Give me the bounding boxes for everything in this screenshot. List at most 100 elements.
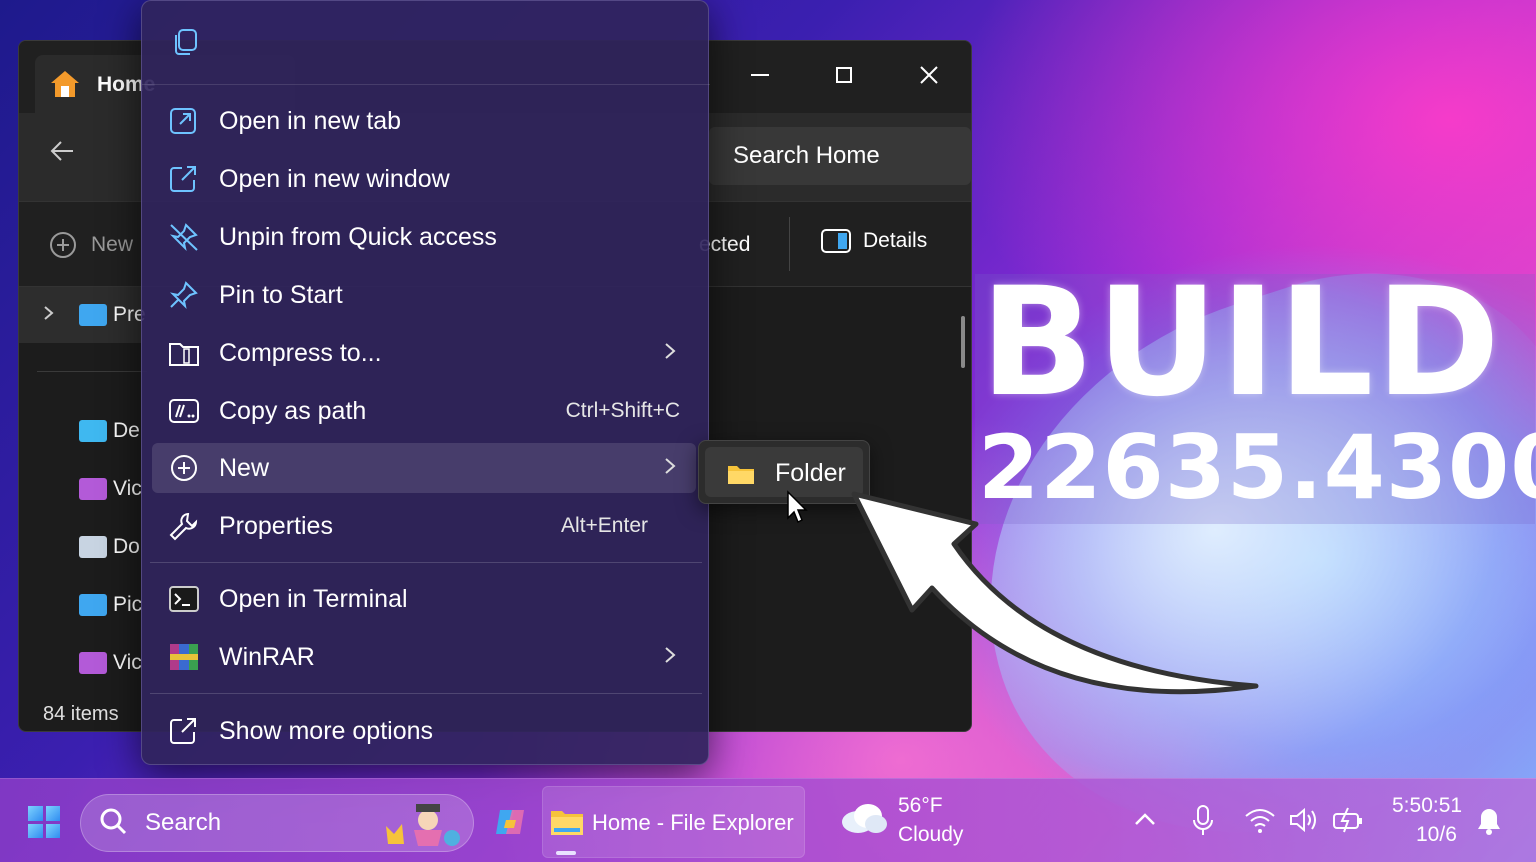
menu-item-label: WinRAR [219, 642, 315, 671]
cloud-folder-icon [79, 304, 107, 326]
menu-item-winrar[interactable]: WinRAR [152, 632, 696, 682]
new-button[interactable]: New [49, 231, 133, 259]
menu-item-label: Compress to... [219, 338, 382, 367]
back-button[interactable] [49, 137, 75, 169]
menu-item-open-new-window[interactable]: Open in new window [152, 154, 696, 204]
battery-charging-icon[interactable] [1332, 806, 1364, 834]
copy-icon[interactable] [170, 27, 200, 57]
menu-separator [150, 693, 702, 694]
menu-separator [150, 562, 702, 563]
menu-item-unpin-quick-access[interactable]: Unpin from Quick access [152, 212, 696, 262]
nav-item-label: Pic [113, 593, 143, 616]
menu-item-label: New [219, 453, 270, 482]
windows-logo-pane [28, 806, 43, 821]
menu-item-new[interactable]: New [152, 443, 696, 493]
menu-item-label: Open in Terminal [219, 584, 408, 613]
taskbar-search-label: Search [145, 809, 222, 836]
unpin-icon [169, 223, 198, 252]
nav-item-label: De [113, 419, 140, 442]
nav-item-pictures[interactable]: Pic [79, 593, 142, 617]
microphone-icon[interactable] [1190, 804, 1216, 838]
copilot-icon[interactable] [494, 806, 526, 838]
file-explorer-icon [551, 811, 583, 835]
videos-folder-icon [79, 652, 107, 674]
windows-logo-pane [45, 823, 60, 838]
new-plus-icon [171, 455, 197, 481]
start-button[interactable] [28, 806, 60, 838]
chevron-right-icon [664, 340, 676, 366]
chevron-right-icon[interactable] [43, 305, 55, 326]
menu-item-label: Properties [219, 511, 333, 540]
compress-icon [169, 343, 199, 366]
nav-item-documents[interactable]: Do [79, 535, 140, 559]
chevron-right-icon [664, 455, 676, 481]
pointer-arrow-graphic [851, 491, 1259, 695]
back-arrow-icon [50, 141, 73, 161]
nav-item-label: Vic [113, 477, 142, 500]
cloudy-weather-icon[interactable] [838, 800, 888, 836]
nav-item-videos[interactable]: Vic [79, 477, 142, 501]
clock-time[interactable]: 5:50:51 [1392, 794, 1462, 818]
nav-item-videos-2[interactable]: Vic [79, 651, 142, 675]
menu-item-open-new-tab[interactable]: Open in new tab [152, 96, 696, 146]
menu-item-label: Show more options [219, 716, 434, 745]
menu-item-label: Pin to Start [219, 280, 343, 309]
nav-item-pre[interactable]: Pre [79, 303, 146, 327]
desktop-folder-icon [79, 420, 107, 442]
menu-item-copy-as-path[interactable]: Copy as path Ctrl+Shift+C [152, 386, 696, 436]
details-button[interactable]: Details [821, 229, 927, 253]
search-placeholder: Search Home [733, 142, 880, 169]
context-menu: Open in new tab Open in new window Unpin… [141, 0, 710, 765]
windows-logo-pane [28, 823, 43, 838]
winrar-icon [170, 644, 198, 670]
folder-icon [728, 466, 754, 484]
home-icon [51, 71, 79, 97]
windows-logo-pane [45, 806, 60, 821]
menu-item-show-more-options[interactable]: Show more options [152, 706, 696, 756]
nav-divider [37, 371, 147, 372]
weather-temperature: 56°F [898, 794, 943, 817]
mouse-pointer-icon [787, 490, 808, 524]
minimize-button[interactable] [720, 51, 800, 99]
menu-item-compress[interactable]: Compress to... [152, 328, 696, 378]
menu-item-label: Copy as path [219, 396, 367, 425]
open-new-window-icon [170, 166, 196, 192]
volume-icon[interactable] [1288, 806, 1320, 834]
menu-item-properties[interactable]: Properties Alt+Enter [152, 501, 696, 551]
vertical-scrollbar[interactable] [961, 316, 965, 368]
clock-date[interactable]: 10/6 [1416, 823, 1457, 847]
notification-bell-icon[interactable] [1476, 806, 1502, 836]
pin-icon [169, 281, 198, 310]
context-menu-quick-actions [142, 1, 710, 85]
wifi-icon[interactable] [1244, 806, 1276, 834]
nav-item-desktop[interactable]: De [79, 419, 140, 443]
nav-item-label: Do [113, 535, 140, 558]
pictures-folder-icon [79, 594, 107, 616]
shortcut-label: Ctrl+Shift+C [565, 399, 680, 422]
plus-circle-icon [50, 232, 76, 258]
close-icon [920, 66, 938, 84]
wrench-icon [169, 512, 198, 541]
videos-folder-icon [79, 478, 107, 500]
maximize-icon [836, 67, 852, 83]
taskbar-task-label: Home - File Explorer [592, 810, 794, 835]
maximize-button[interactable] [804, 51, 884, 99]
menu-item-label: Unpin from Quick access [219, 222, 497, 251]
close-button[interactable] [889, 51, 969, 99]
show-more-icon [170, 718, 196, 744]
minimize-icon [751, 74, 769, 76]
menu-item-open-terminal[interactable]: Open in Terminal [152, 574, 696, 624]
item-count-status: 84 items [43, 703, 119, 725]
nav-item-label: Vic [113, 651, 142, 674]
chevron-right-icon [664, 644, 676, 670]
shortcut-label: Alt+Enter [561, 514, 648, 537]
weather-condition: Cloudy [898, 823, 964, 846]
menu-item-label: Open in new tab [219, 106, 402, 135]
chevron-up-icon[interactable] [1132, 806, 1158, 832]
terminal-icon [169, 586, 199, 612]
toolbar-divider [789, 217, 790, 271]
search-highlight-icon [386, 804, 460, 846]
build-title: BUILD [980, 256, 1503, 430]
menu-item-pin-to-start[interactable]: Pin to Start [152, 270, 696, 320]
details-pane-icon [821, 229, 851, 253]
